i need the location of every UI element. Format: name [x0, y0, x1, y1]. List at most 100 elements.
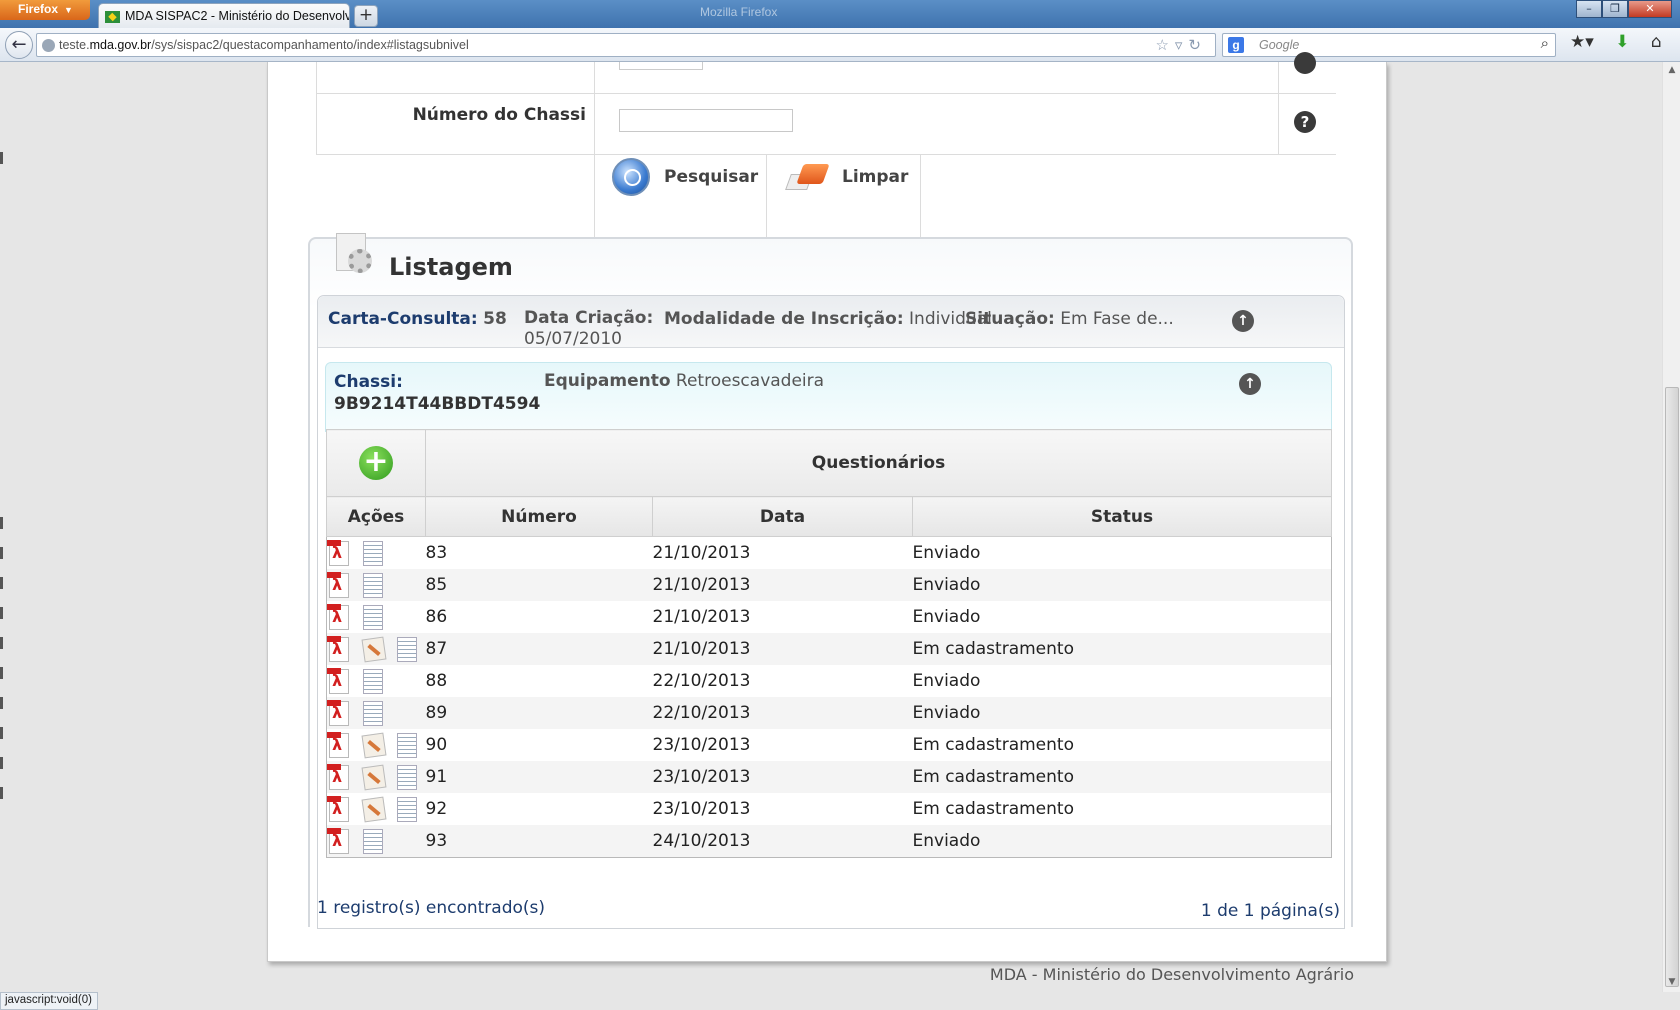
- arrow-up-icon[interactable]: ↑: [1239, 373, 1261, 395]
- edit-icon[interactable]: [361, 796, 385, 822]
- close-button[interactable]: ✕: [1628, 0, 1672, 18]
- numero-cell: 85: [425, 569, 653, 601]
- column-header-acoes[interactable]: Ações: [326, 496, 426, 537]
- numero-cell: 91: [425, 761, 653, 793]
- list-icon[interactable]: [361, 540, 383, 566]
- situacao: Situação: Em Fase de...: [965, 309, 1174, 329]
- edit-icon[interactable]: [361, 732, 385, 758]
- url-prefix: teste.: [59, 38, 90, 52]
- actions-cell: [326, 665, 426, 697]
- table-row: 9324/10/2013Enviado: [326, 825, 1332, 858]
- numero-cell: 83: [425, 536, 653, 569]
- chassi-input[interactable]: [619, 109, 793, 132]
- search-placeholder: Google: [1259, 38, 1300, 52]
- vertical-scrollbar[interactable]: ▲ ▼: [1662, 62, 1680, 992]
- actions-cell: [326, 601, 426, 633]
- search-bar[interactable]: g Google ⌕: [1222, 33, 1556, 57]
- pdf-icon[interactable]: [327, 636, 349, 662]
- url-bar[interactable]: teste.mda.gov.br/sys/sispac2/questacompa…: [36, 33, 1216, 57]
- carta-number: Carta-Consulta: 58: [328, 309, 507, 329]
- numero-cell: 90: [425, 729, 653, 761]
- list-icon[interactable]: [361, 700, 383, 726]
- table-row: 9123/10/2013Em cadastramento: [326, 761, 1332, 793]
- list-icon[interactable]: [361, 604, 383, 630]
- search-icon[interactable]: ⌕: [1541, 35, 1549, 52]
- list-icon[interactable]: [395, 636, 417, 662]
- list-icon[interactable]: [361, 828, 383, 854]
- help-icon[interactable]: [1294, 52, 1316, 74]
- pdf-icon[interactable]: [327, 668, 349, 694]
- pdf-icon[interactable]: [327, 796, 349, 822]
- search-button-label: Pesquisar: [664, 167, 759, 187]
- list-icon[interactable]: [395, 732, 417, 758]
- numero-cell: 87: [425, 633, 653, 665]
- scroll-up-icon[interactable]: ▲: [1666, 65, 1678, 75]
- firefox-menu-button[interactable]: Firefox ▼: [0, 0, 90, 20]
- listagem-title: Listagem: [389, 253, 513, 281]
- status-cell: Em cadastramento: [912, 761, 1332, 793]
- window-controls: – ❐ ✕: [1576, 0, 1672, 18]
- table-row: 9023/10/2013Em cadastramento: [326, 729, 1332, 761]
- numero-cell: 88: [425, 665, 653, 697]
- column-header-status[interactable]: Status: [912, 496, 1332, 537]
- scroll-down-icon[interactable]: ▼: [1666, 977, 1678, 987]
- numero-cell: 92: [425, 793, 653, 825]
- search-button[interactable]: Pesquisar: [612, 157, 758, 197]
- list-icon[interactable]: [395, 764, 417, 790]
- tab-title: MDA SISPAC2 - Ministério do Desenvolv...: [125, 9, 350, 23]
- status-cell: Enviado: [912, 825, 1332, 858]
- form-row-chassi: Número do Chassi ?: [316, 94, 1336, 155]
- bookmarks-menu-icon[interactable]: ★▾: [1570, 32, 1594, 52]
- status-cell: Em cadastramento: [912, 793, 1332, 825]
- previous-input[interactable]: [619, 62, 703, 70]
- minimize-button[interactable]: –: [1576, 0, 1602, 18]
- table-row: 8721/10/2013Em cadastramento: [326, 633, 1332, 665]
- edit-icon[interactable]: [361, 764, 385, 790]
- google-engine-icon[interactable]: g: [1228, 37, 1244, 53]
- new-tab-button[interactable]: +: [354, 5, 378, 27]
- data-cell: 21/10/2013: [652, 601, 913, 633]
- data-cell: 21/10/2013: [652, 569, 913, 601]
- list-icon[interactable]: [361, 668, 383, 694]
- list-icon[interactable]: [395, 796, 417, 822]
- records-count: 1 registro(s) encontrado(s): [317, 898, 546, 918]
- pdf-icon[interactable]: [327, 540, 349, 566]
- help-icon[interactable]: ?: [1294, 111, 1316, 133]
- status-cell: Em cadastramento: [912, 729, 1332, 761]
- pdf-icon[interactable]: [327, 732, 349, 758]
- actions-cell: [326, 793, 426, 825]
- pdf-icon[interactable]: [327, 828, 349, 854]
- downloads-icon[interactable]: ⬇: [1615, 32, 1629, 52]
- actions-cell: [326, 697, 426, 729]
- pdf-icon[interactable]: [327, 764, 349, 790]
- status-cell: Enviado: [912, 665, 1332, 697]
- maximize-button[interactable]: ❐: [1602, 0, 1628, 18]
- numero-cell: 86: [425, 601, 653, 633]
- arrow-up-icon[interactable]: ↑: [1232, 310, 1254, 332]
- bookmark-star-icon[interactable]: ☆: [1155, 37, 1174, 54]
- data-cell: 21/10/2013: [652, 633, 913, 665]
- clear-button[interactable]: Limpar: [785, 157, 908, 197]
- data-cell: 21/10/2013: [652, 536, 913, 569]
- pdf-icon[interactable]: [327, 604, 349, 630]
- pdf-icon[interactable]: [327, 700, 349, 726]
- table-row: 8321/10/2013Enviado: [326, 536, 1332, 569]
- status-cell: Enviado: [912, 536, 1332, 569]
- content-panel: Número do Chassi ? Pesquisar Limpar List…: [267, 52, 1387, 962]
- pdf-icon[interactable]: [327, 572, 349, 598]
- history-dropdown-icon[interactable]: ▿: [1175, 37, 1189, 54]
- reload-icon[interactable]: ↻: [1188, 37, 1207, 54]
- home-icon[interactable]: ⌂: [1651, 32, 1662, 52]
- browser-tab[interactable]: MDA SISPAC2 - Ministério do Desenvolv...: [98, 3, 350, 29]
- actions-cell: [326, 569, 426, 601]
- column-header-numero[interactable]: Número: [425, 496, 653, 537]
- column-header-data[interactable]: Data: [652, 496, 913, 537]
- plus-icon[interactable]: +: [359, 446, 393, 480]
- list-icon[interactable]: [361, 572, 383, 598]
- edit-icon[interactable]: [361, 636, 385, 662]
- data-cell: 23/10/2013: [652, 761, 913, 793]
- status-bar: javascript:void(0): [0, 992, 98, 1010]
- scrollbar-thumb[interactable]: [1665, 387, 1679, 987]
- back-button[interactable]: ←: [5, 31, 33, 59]
- url-path: /sys/sispac2/questacompanhamento/index#l…: [151, 38, 469, 52]
